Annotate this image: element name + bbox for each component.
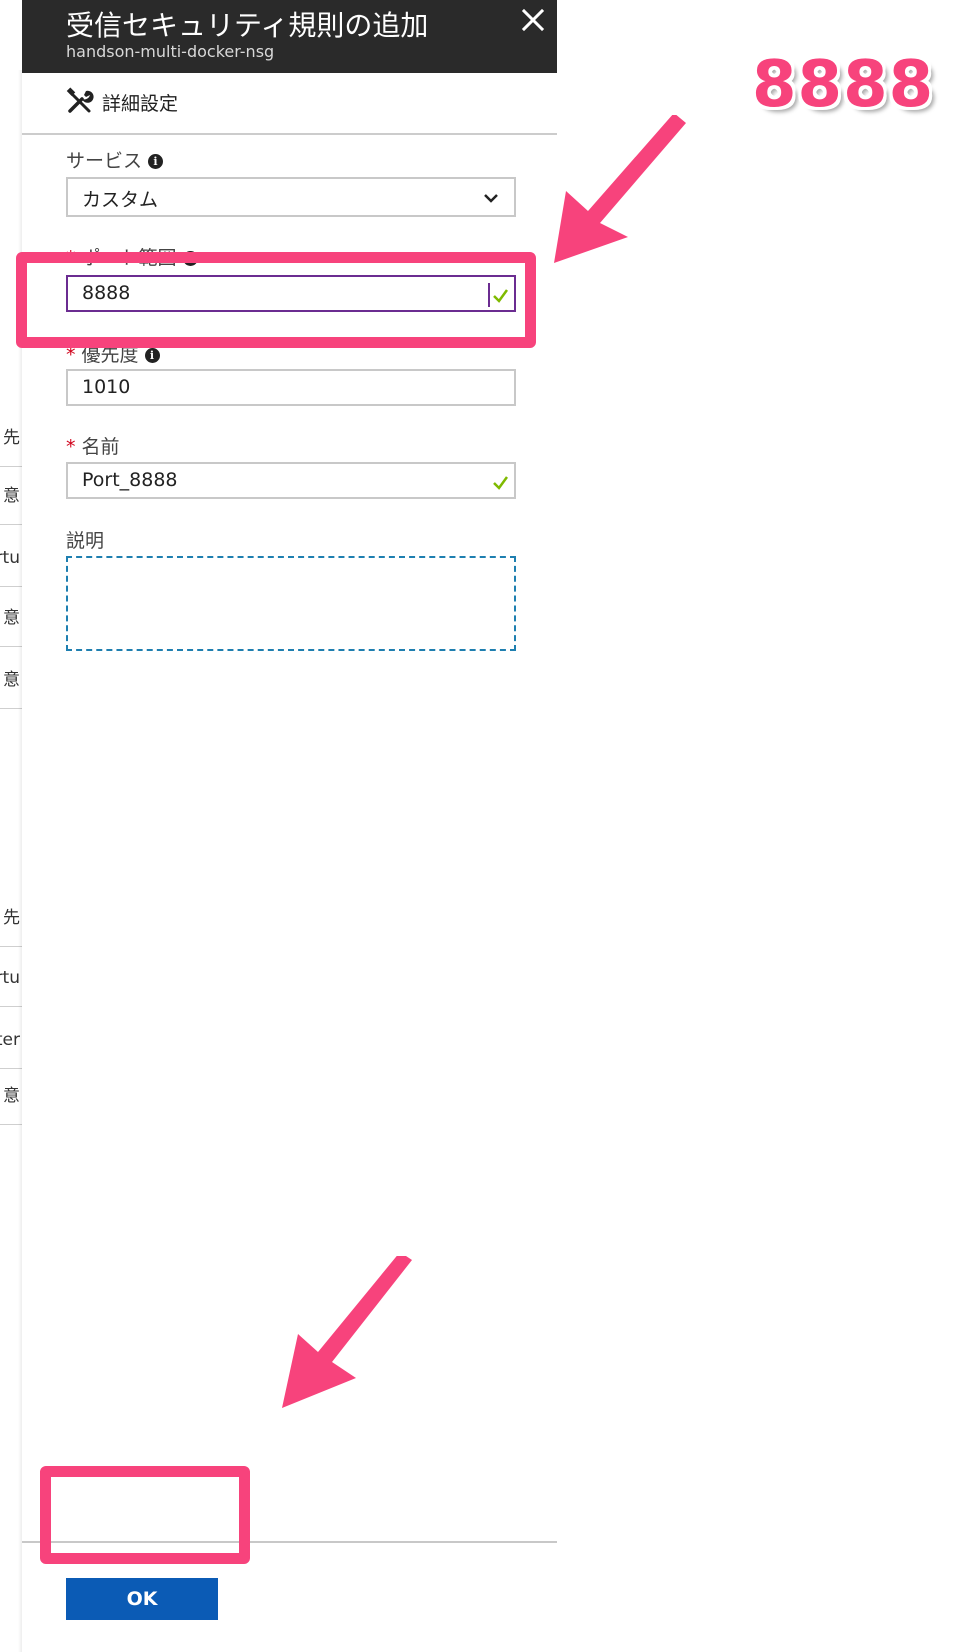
required-marker: * [66,436,76,458]
info-icon[interactable]: i [144,348,160,363]
blade-subtitle: handson-multi-docker-nsg [66,42,275,61]
blade-title: 受信セキュリティ規則の追加 [66,9,429,42]
annotation-highlight-ok [40,1466,250,1564]
name-input[interactable]: Port_8888 [66,462,516,499]
priority-value: 1010 [82,376,131,398]
tab-label: 詳細設定 [102,93,179,115]
name-label: * 名前 [66,432,120,459]
annotation-highlight-port [16,252,536,348]
ok-button[interactable]: OK [66,1578,218,1620]
description-label: 説明 [66,530,105,552]
valid-check-icon [493,476,509,490]
service-label: サービス i [66,146,164,173]
description-textarea[interactable] [66,556,516,651]
annotation-arrow-icon [282,1256,412,1408]
chevron-down-icon [484,194,498,203]
annotation-arrow-icon [554,115,686,263]
name-value: Port_8888 [82,469,178,491]
info-icon[interactable]: i [148,154,164,169]
service-label-text: サービス [66,150,143,172]
close-icon[interactable] [519,6,547,34]
priority-input[interactable]: 1010 [66,369,516,406]
tools-icon [66,87,94,113]
list-item-text: rtu [0,548,20,568]
list-item-text: rtu [0,968,20,988]
tab-advanced-settings[interactable]: 詳細設定 [22,73,557,135]
service-dropdown[interactable]: カスタム [66,177,516,217]
service-value: カスタム [82,189,159,211]
blade-header: 受信セキュリティ規則の追加 handson-multi-docker-nsg [22,0,557,73]
name-label-text: 名前 [81,436,120,458]
annotation-label: 8888 [752,48,935,122]
list-item-text: ter [0,1030,20,1050]
